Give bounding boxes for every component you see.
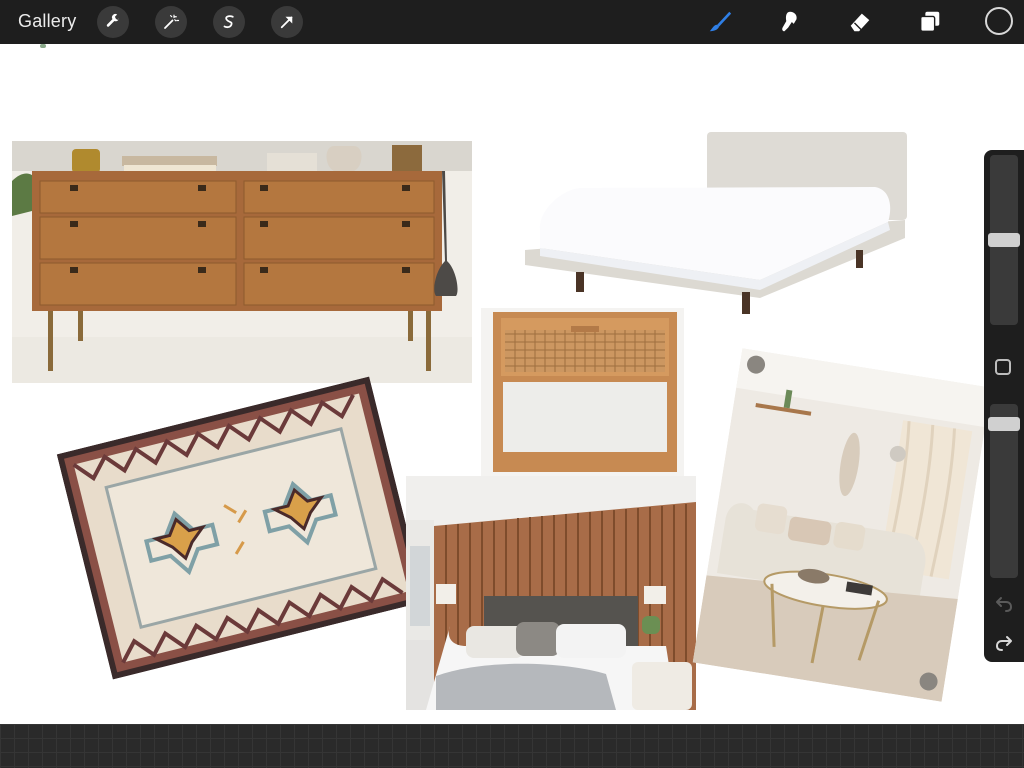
sidebar bbox=[984, 150, 1024, 662]
paint-speck bbox=[40, 44, 46, 48]
top-toolbar: Gallery bbox=[0, 0, 1024, 44]
bedroom-photo[interactable] bbox=[406, 476, 696, 710]
modify-button[interactable] bbox=[995, 359, 1011, 375]
living-room-photo[interactable] bbox=[692, 348, 992, 702]
gallery-button[interactable]: Gallery bbox=[18, 11, 76, 32]
wrench-icon[interactable] bbox=[97, 6, 129, 38]
layers-icon[interactable] bbox=[916, 8, 944, 36]
drawing-canvas[interactable] bbox=[0, 44, 1024, 724]
opacity-slider[interactable] bbox=[988, 404, 1020, 578]
canvas-bottom-grid bbox=[0, 724, 1024, 768]
smudge-icon[interactable] bbox=[776, 8, 804, 36]
undo-icon[interactable] bbox=[994, 594, 1014, 614]
rug-photo[interactable] bbox=[56, 376, 426, 680]
brush-size-slider[interactable] bbox=[988, 155, 1020, 325]
dresser-photo[interactable] bbox=[12, 141, 472, 383]
magic-wand-icon[interactable] bbox=[155, 6, 187, 38]
bed-photo[interactable] bbox=[520, 130, 912, 320]
transform-arrow-icon[interactable] bbox=[271, 6, 303, 38]
brush-size-thumb[interactable] bbox=[988, 233, 1020, 247]
redo-icon[interactable] bbox=[994, 633, 1014, 653]
brush-icon[interactable] bbox=[706, 8, 734, 36]
color-picker-swatch[interactable] bbox=[985, 7, 1013, 35]
nightstand-photo[interactable] bbox=[481, 308, 684, 476]
selection-s-icon[interactable] bbox=[213, 6, 245, 38]
eraser-icon[interactable] bbox=[846, 8, 874, 36]
opacity-thumb[interactable] bbox=[988, 417, 1020, 431]
